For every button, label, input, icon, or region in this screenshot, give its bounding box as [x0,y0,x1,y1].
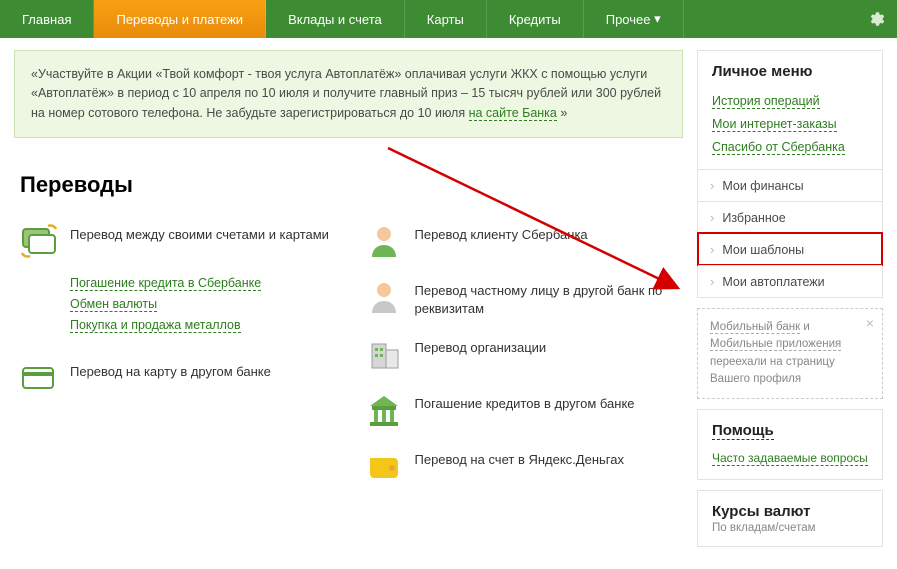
tile-other-person[interactable]: Перевод частному лицу в другой банк по р… [359,272,684,329]
bank-icon [363,391,405,429]
tile-between-own[interactable]: Перевод между своими счетами и картами [14,216,339,272]
building-icon [363,335,405,373]
rates-title: Курсы валют [712,503,868,520]
close-icon[interactable]: × [866,313,874,334]
settings-gear-icon[interactable] [855,0,897,38]
link-faq[interactable]: Часто задаваемые вопросы [712,451,868,466]
nav-transfers[interactable]: Переводы и платежи [94,0,266,38]
link-mobile-apps[interactable]: Мобильные приложения [710,338,841,351]
nav-deposits[interactable]: Вклады и счета [266,0,405,38]
menu-favorites[interactable]: Избранное [698,201,882,233]
tile-sber-client[interactable]: Перевод клиенту Сбербанка [359,216,684,272]
link-orders[interactable]: Мои интернет-заказы [698,113,851,136]
sublink-credit-repay[interactable]: Погашение кредита в Сбербанке [70,276,261,291]
tile-yandex-money[interactable]: Перевод на счет в Яндекс.Деньгах [359,441,684,497]
rates-box: Курсы валют По вкладам/счетам [697,490,883,547]
tile-card-other-bank[interactable]: Перевод на карту в другом банке [14,353,339,409]
card-swap-icon [18,222,60,260]
rates-subtitle: По вкладам/счетам [712,522,868,534]
tile-organization[interactable]: Перевод организации [359,329,684,385]
promo-banner: «Участвуйте в Акции «Твой комфорт - твоя… [14,50,683,138]
sublink-metals[interactable]: Покупка и продажа металлов [70,318,241,333]
link-history[interactable]: История операций [698,90,834,113]
wallet-yellow-icon [363,447,405,485]
promo-banner-link[interactable]: на сайте Банка [469,106,557,121]
menu-my-templates[interactable]: Мои шаблоны [698,233,882,265]
nav-cards[interactable]: Карты [405,0,487,38]
nav-credits[interactable]: Кредиты [487,0,584,38]
link-mobile-bank[interactable]: Мобильный банк [710,321,800,334]
personal-menu: Личное меню История операций Мои интерне… [697,50,883,298]
main-content: «Участвуйте в Акции «Твой комфорт - твоя… [14,50,683,547]
mobile-bank-notice: × Мобильный банк и Мобильные приложения … [697,308,883,399]
person-gray-icon [363,278,405,316]
top-nav: Главная Переводы и платежи Вклады и счет… [0,0,897,38]
card-icon [18,359,60,397]
sublink-exchange[interactable]: Обмен валюты [70,297,157,312]
person-green-icon [363,222,405,260]
nav-other[interactable]: Прочее ▾ [584,0,684,38]
personal-menu-title: Личное меню [698,51,882,90]
help-title[interactable]: Помощь [712,422,774,440]
link-thanks[interactable]: Спасибо от Сбербанка [698,136,859,159]
menu-autopayments[interactable]: Мои автоплатежи [698,265,882,297]
nav-home[interactable]: Главная [0,0,94,38]
tile-credit-other-bank[interactable]: Погашение кредитов в другом банке [359,385,684,441]
sidebar: Личное меню История операций Мои интерне… [697,50,883,547]
section-title-transfers: Переводы [20,172,683,198]
help-box: Помощь Часто задаваемые вопросы [697,409,883,480]
menu-my-finances[interactable]: Мои финансы [698,169,882,201]
